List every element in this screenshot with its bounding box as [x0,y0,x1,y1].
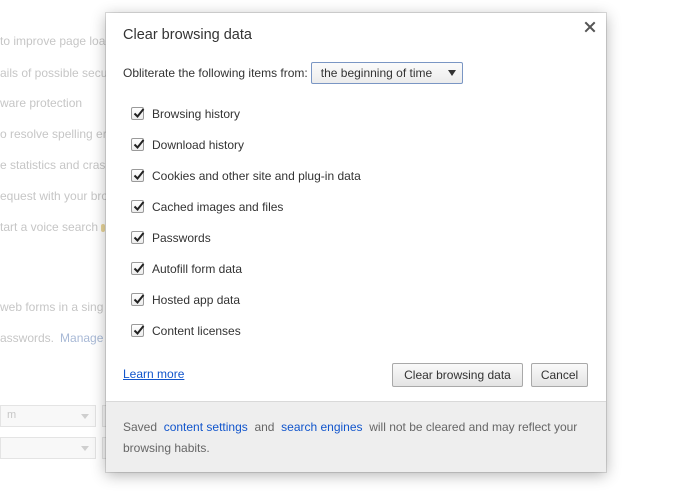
period-row: Obliterate the following items from: the… [123,62,463,84]
bg-text-line: o resolve spelling er [0,127,107,141]
checkbox-browsing-history[interactable]: Browsing history [131,98,361,129]
microphone-icon [101,224,105,232]
checkbox-label: Cached images and files [152,199,284,214]
bg-text-line: equest with your bro [0,189,109,203]
footer-text: Saved [123,420,158,434]
chevron-down-icon [447,70,456,76]
checkbox[interactable] [131,107,145,120]
checkbox-label: Passwords [152,230,211,245]
checkbox[interactable] [131,293,145,306]
checkbox-cached-images[interactable]: Cached images and files [131,191,361,222]
bg-text-line: ails of possible secu [0,66,108,80]
bg-text-line: tart a voice search [0,220,99,234]
checkbox-autofill[interactable]: Autofill form data [131,253,361,284]
checkbox-label: Content licenses [152,323,241,338]
checkbox-label: Hosted app data [152,292,241,307]
bg-text: asswords. [0,331,55,345]
bg-select-1-value: m [7,409,17,421]
checkmark-icon [133,294,145,304]
dialog-footer: Saved content settings and search engine… [106,401,606,472]
checkbox-content-licenses[interactable]: Content licenses [131,315,361,346]
learn-more-link[interactable]: Learn more [123,367,184,381]
checkmark-icon [133,325,145,335]
checkbox[interactable] [131,324,145,337]
time-period-select[interactable]: the beginning of time [310,62,463,84]
checkbox[interactable] [131,262,145,275]
checkbox[interactable] [131,169,145,182]
bg-text-line: ware protection [0,96,83,110]
checkbox-download-history[interactable]: Download history [131,129,361,160]
clear-browsing-data-button[interactable]: Clear browsing data [392,363,523,387]
clear-items-list: Browsing history Download history Cookie… [131,98,361,346]
time-period-value: the beginning of time [320,66,433,80]
bg-text-line: web forms in a sing [0,300,104,314]
checkbox-passwords[interactable]: Passwords [131,222,361,253]
clear-browsing-data-dialog: Clear browsing data Obliterate the follo… [106,13,606,472]
cancel-button[interactable]: Cancel [531,363,588,387]
checkbox-cookies[interactable]: Cookies and other site and plug-in data [131,160,361,191]
period-label: Obliterate the following items from: [123,66,308,80]
manage-passwords-link: Manage [60,331,104,345]
checkbox[interactable] [131,138,145,151]
checkbox-label: Browsing history [152,106,241,121]
checkmark-icon [133,170,145,180]
close-icon [584,21,596,33]
checkbox-label: Cookies and other site and plug-in data [152,168,361,183]
search-engines-link[interactable]: search engines [281,420,362,434]
bg-text-line: to improve page load [0,34,113,48]
checkmark-icon [133,201,145,211]
chevron-down-icon [81,414,89,419]
checkbox-hosted-app-data[interactable]: Hosted app data [131,284,361,315]
checkbox-label: Download history [152,137,245,152]
bg-text-line: asswords. Manage [0,331,103,345]
checkbox[interactable] [131,231,145,244]
chevron-down-icon [81,446,89,451]
checkmark-icon [133,139,145,149]
checkmark-icon [133,232,145,242]
bg-text-line: e statistics and crash [0,158,113,172]
close-button[interactable] [582,19,598,35]
dialog-title: Clear browsing data [123,27,252,43]
checkmark-icon [133,263,145,273]
checkbox[interactable] [131,200,145,213]
checkmark-icon [133,108,145,118]
bg-select-2 [0,437,96,459]
checkbox-label: Autofill form data [152,261,243,276]
footer-text: and [254,420,275,434]
content-settings-link[interactable]: content settings [164,420,248,434]
bg-select-1: m [0,405,96,427]
